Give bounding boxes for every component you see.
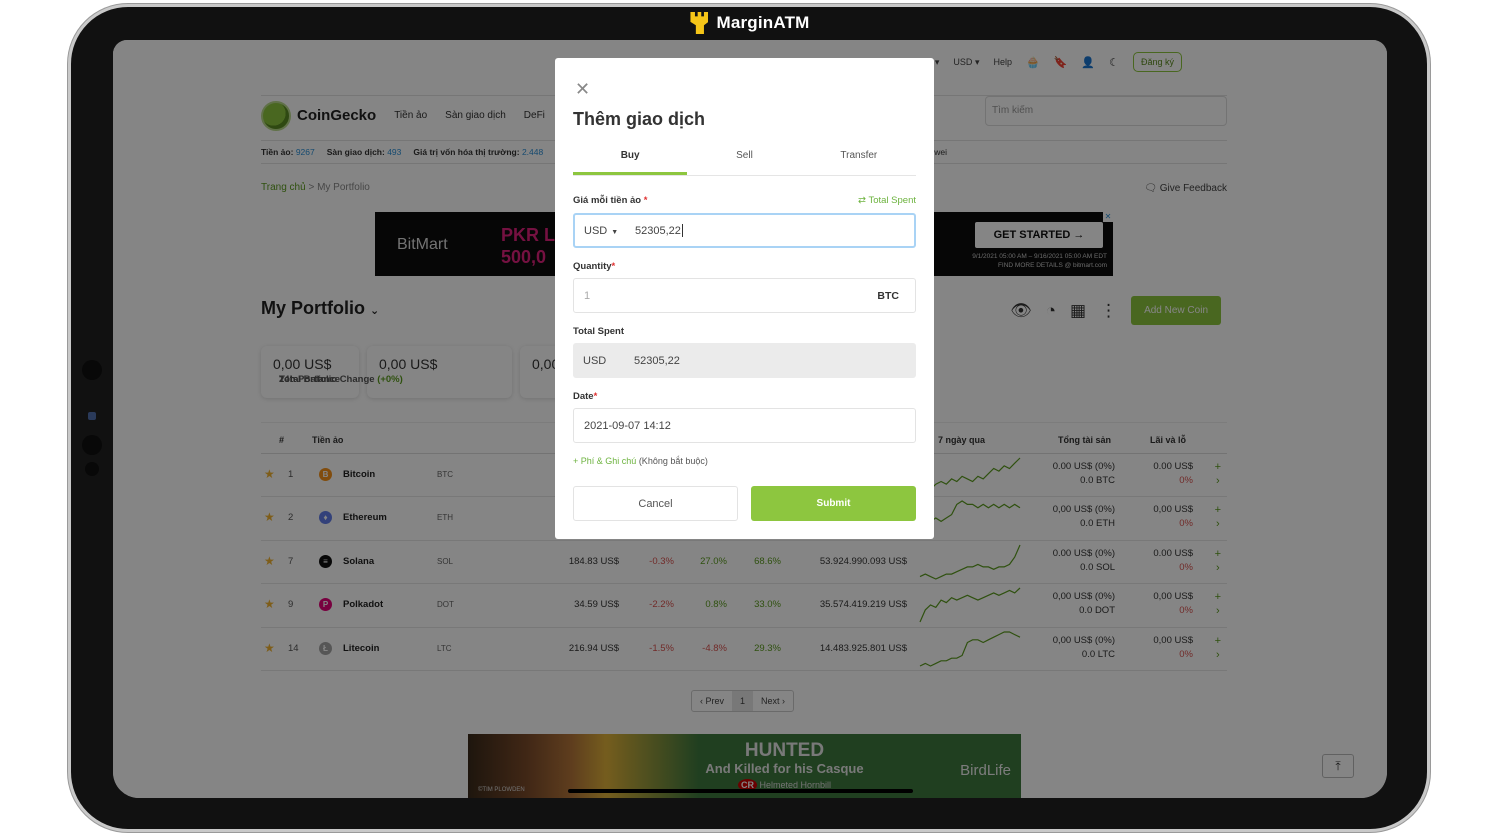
transaction-type-tabs: Buy Sell Transfer	[573, 144, 916, 176]
screen: VI ▾ USD ▾ Help 🧁 🔖 👤 ☾ Đăng ký CoinGeck…	[113, 40, 1387, 798]
price-currency-select[interactable]: USD ▼	[575, 225, 635, 237]
total-spent-field: USD 52305,22	[573, 343, 916, 378]
total-spent-label: Total Spent	[573, 326, 625, 337]
modal-title: Thêm giao dịch	[573, 109, 706, 129]
brand-bar: MarginATM	[0, 6, 1500, 40]
add-transaction-modal: ✕ Thêm giao dịch Buy Sell Transfer Giá m…	[555, 58, 934, 539]
camera-icon	[82, 435, 102, 455]
price-label: Giá mỗi tiền ảo *	[573, 195, 648, 206]
cancel-button[interactable]: Cancel	[573, 486, 738, 521]
price-per-coin-field: USD ▼ 52305,22	[573, 213, 916, 248]
quantity-label: Quantity*	[573, 261, 616, 272]
close-icon[interactable]: ✕	[575, 80, 590, 98]
price-input[interactable]: 52305,22	[635, 225, 681, 237]
quantity-unit: BTC	[877, 289, 899, 302]
tab-buy[interactable]: Buy	[573, 144, 688, 175]
date-field: 2021-09-07 14:12	[573, 408, 916, 443]
date-input[interactable]: 2021-09-07 14:12	[574, 420, 671, 432]
camera-icon	[82, 360, 102, 380]
tablet-camera-area	[78, 350, 108, 490]
quantity-input[interactable]: 1	[574, 290, 877, 302]
caret-down-icon: ▼	[611, 228, 619, 236]
sensor-icon	[88, 412, 96, 420]
submit-button[interactable]: Submit	[751, 486, 916, 521]
quantity-field: 1 BTC	[573, 278, 916, 313]
tab-sell[interactable]: Sell	[687, 144, 801, 175]
toggle-total-spent-link[interactable]: ⇄ Total Spent	[858, 195, 916, 206]
total-currency: USD	[583, 354, 607, 367]
fees-notes-row: + Phí & Ghi chú (Không bắt buộc)	[573, 456, 708, 466]
total-spent-value: 52305,22	[634, 354, 680, 367]
fees-notes-link[interactable]: + Phí & Ghi chú	[573, 456, 636, 466]
castle-logo-icon	[690, 12, 709, 34]
brand-name: MarginATM	[716, 13, 810, 32]
camera-icon	[85, 462, 99, 476]
date-label: Date*	[573, 391, 598, 402]
text-cursor	[681, 224, 683, 237]
fees-optional-hint: (Không bắt buộc)	[638, 456, 708, 466]
tab-transfer[interactable]: Transfer	[802, 144, 916, 175]
